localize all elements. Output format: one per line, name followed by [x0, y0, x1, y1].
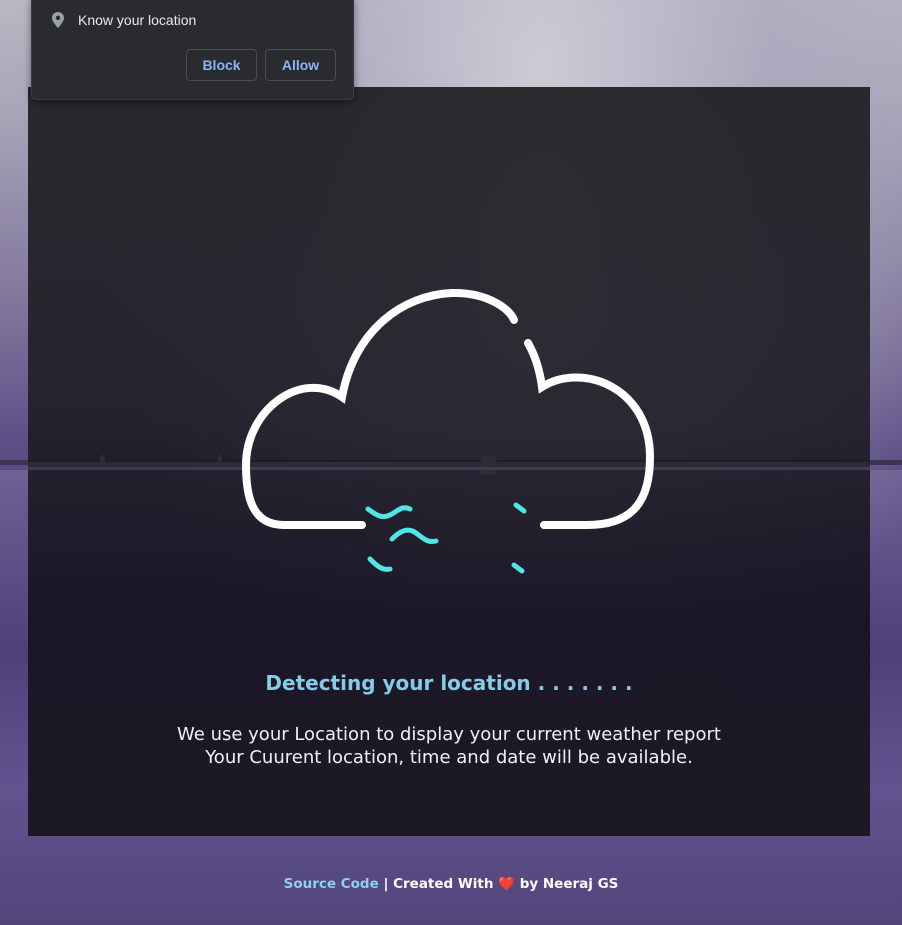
source-code-link[interactable]: Source Code: [284, 876, 379, 892]
heart-icon: ❤️: [498, 876, 515, 892]
detecting-status: Detecting your location . . . . . . .: [265, 671, 633, 695]
location-pin-icon: [52, 12, 64, 28]
location-permission-popup: Know your location Block Allow: [31, 0, 354, 100]
rain-cloud-icon: [241, 287, 662, 597]
block-button[interactable]: Block: [186, 49, 257, 81]
footer: Source Code | Created With ❤️ by Neeraj …: [0, 876, 902, 892]
footer-created-with: Created With: [393, 876, 494, 892]
footer-author: by Neeraj GS: [519, 876, 619, 892]
footer-separator: |: [383, 876, 389, 892]
description-line-2: Your Cuurent location, time and date wil…: [205, 747, 693, 768]
location-description: We use your Location to display your cur…: [28, 723, 870, 769]
weather-panel: Detecting your location . . . . . . . We…: [28, 87, 870, 836]
description-line-1: We use your Location to display your cur…: [177, 724, 721, 745]
permission-message: Know your location: [78, 12, 197, 28]
allow-button[interactable]: Allow: [265, 49, 336, 81]
permission-message-row: Know your location: [52, 12, 196, 28]
